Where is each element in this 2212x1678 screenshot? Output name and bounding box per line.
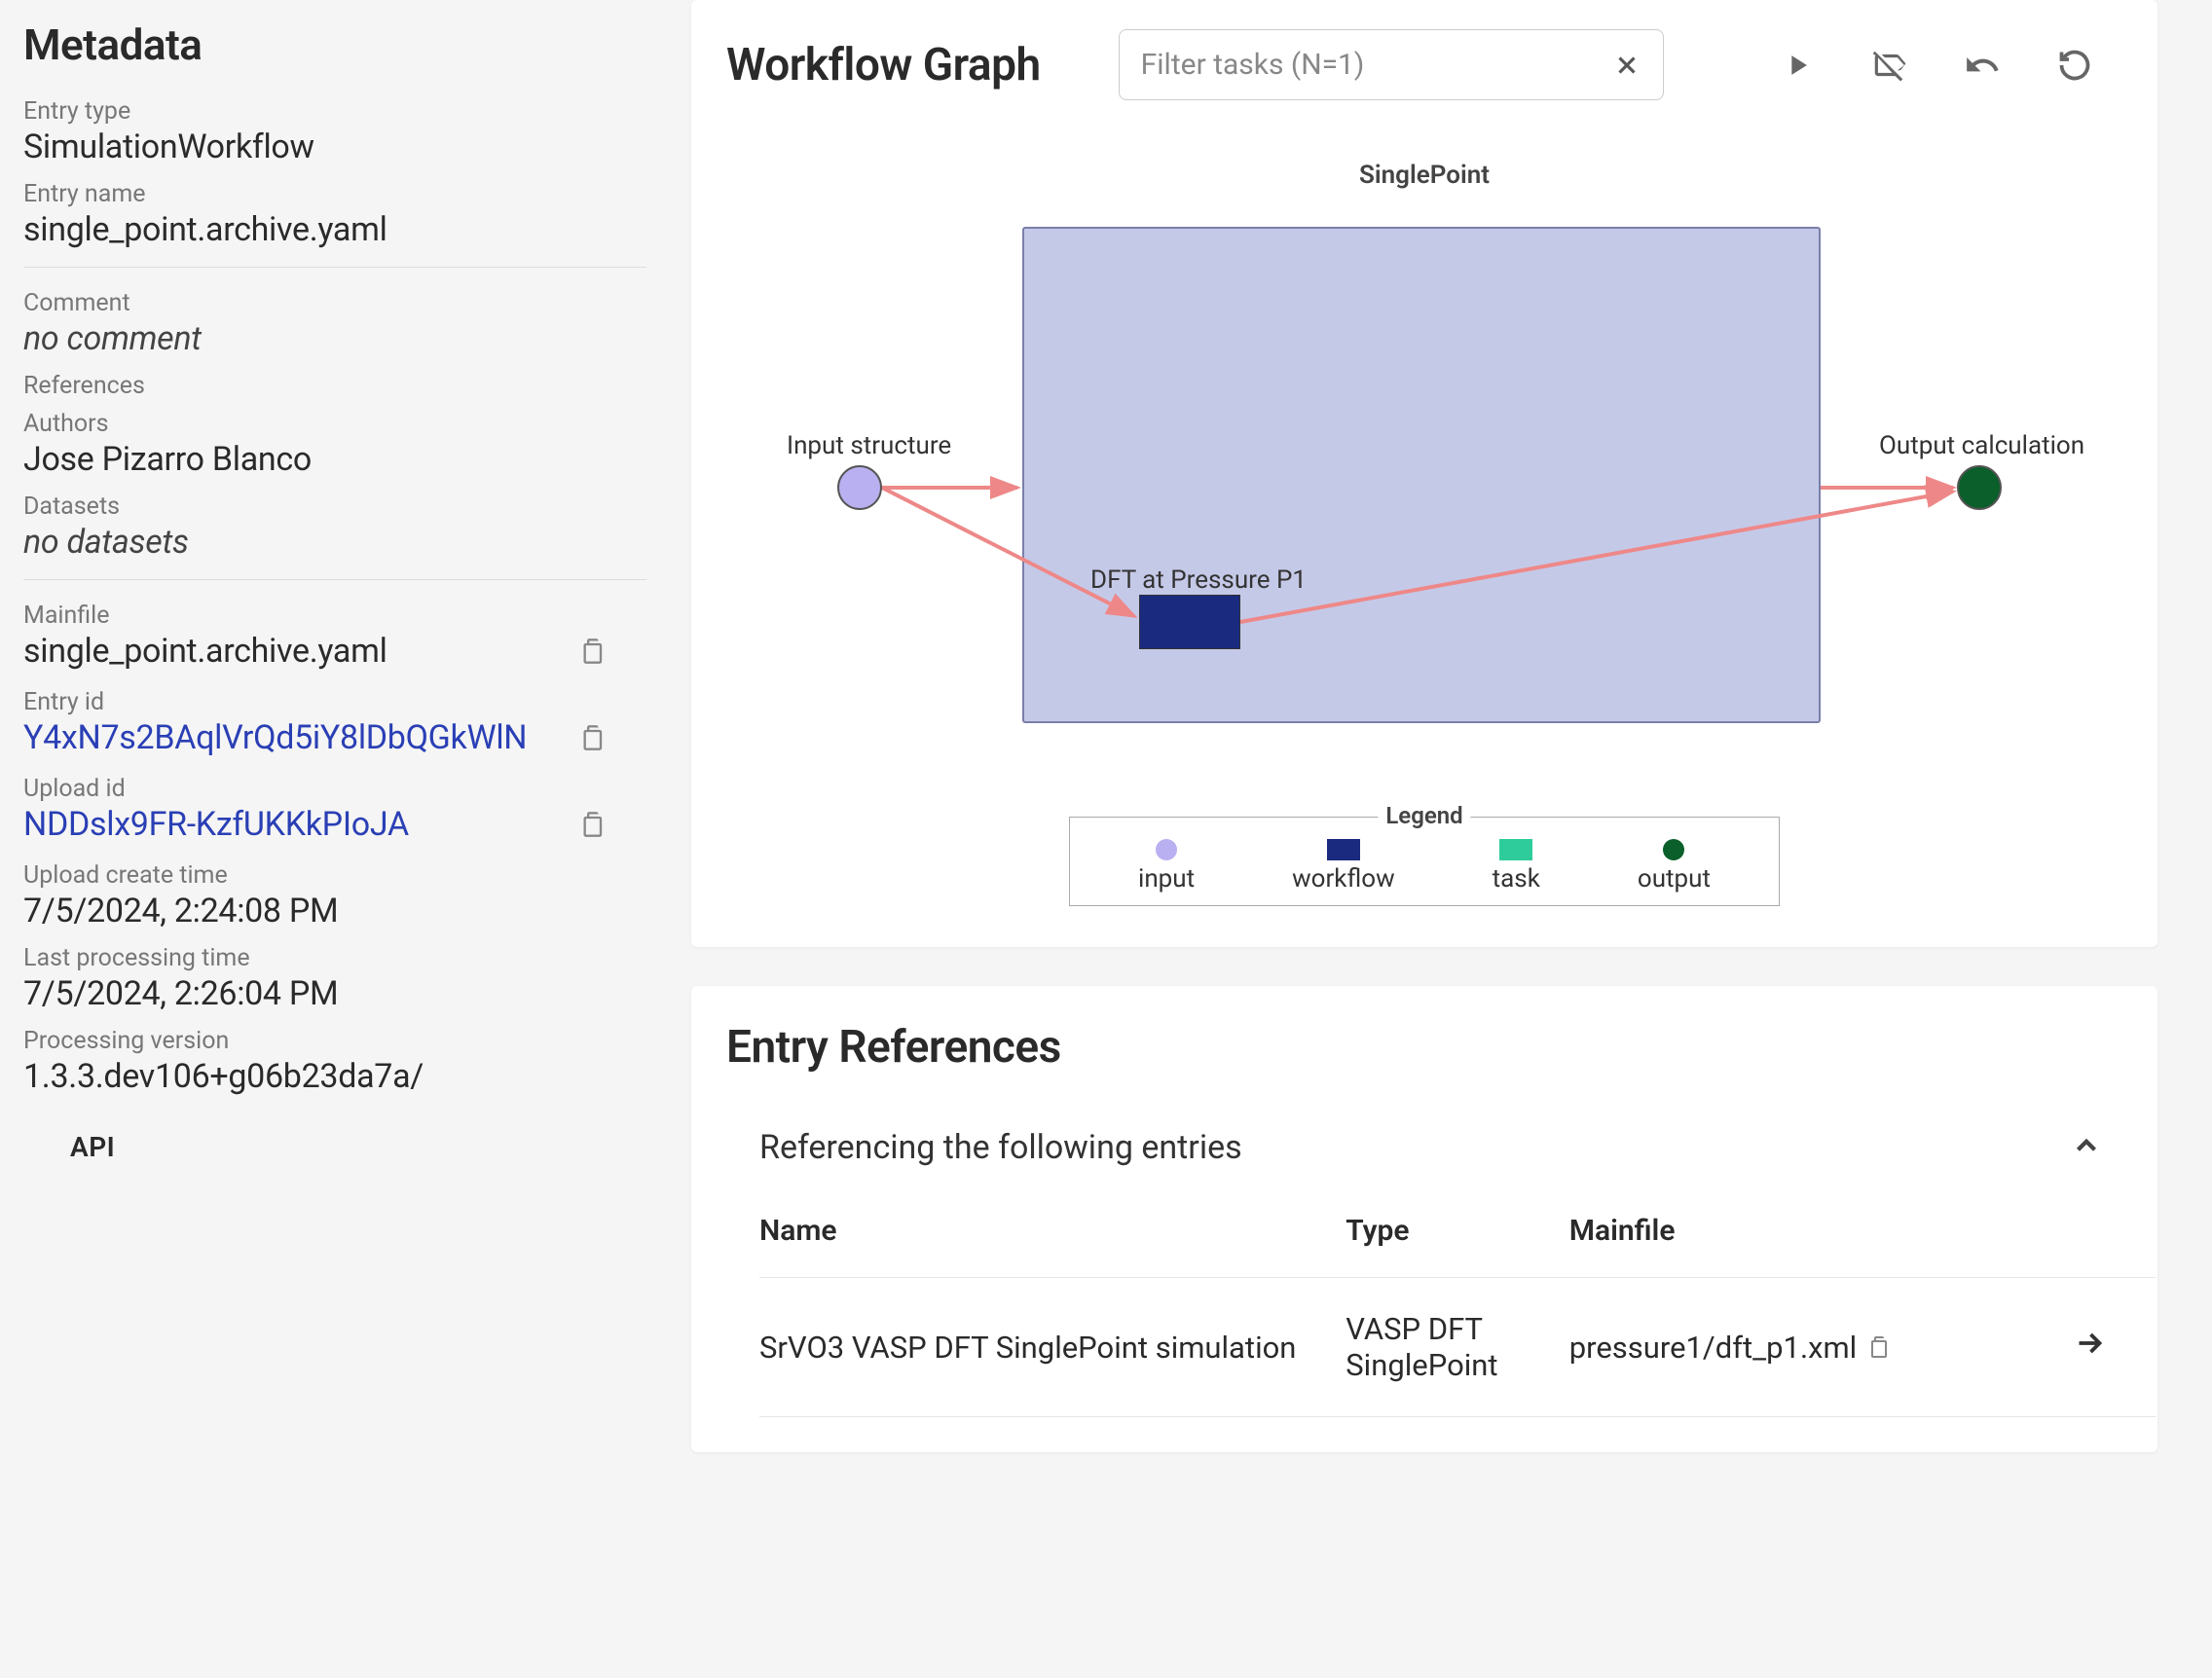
divider [23, 267, 646, 268]
authors-value: Jose Pizarro Blanco [23, 440, 668, 479]
workflow-graph-title: Workflow Graph [726, 39, 1041, 91]
entry-id-label: Entry id [23, 688, 668, 716]
input-node-label: Input structure [787, 431, 951, 460]
divider [23, 579, 646, 580]
metadata-heading: Metadata [23, 19, 668, 70]
play-icon[interactable] [1781, 47, 1814, 84]
ref-name: SrVO3 VASP DFT SinglePoint simulation [759, 1278, 1346, 1417]
ref-type: VASP DFT SinglePoint [1346, 1278, 1568, 1417]
entry-name-label: Entry name [23, 180, 668, 208]
chevron-up-icon [2070, 1129, 2103, 1166]
legend-input-label: input [1138, 864, 1195, 894]
referencing-subheader: Referencing the following entries [759, 1128, 1242, 1167]
legend-title: Legend [1378, 802, 1470, 829]
mainfile-value: single_point.archive.yaml [23, 632, 387, 671]
metadata-sidebar: Metadata Entry type SimulationWorkflow E… [0, 0, 691, 1678]
input-node[interactable] [837, 465, 882, 510]
processing-version-label: Processing version [23, 1027, 668, 1055]
upload-create-label: Upload create time [23, 861, 668, 890]
datasets-label: Datasets [23, 492, 668, 521]
filter-placeholder: Filter tasks (N=1) [1141, 48, 1365, 82]
legend-workflow-icon [1327, 839, 1360, 860]
label-off-icon[interactable] [1870, 47, 1907, 84]
comment-value: no comment [23, 319, 668, 358]
ref-mainfile: pressure1/dft_p1.xml [1569, 1330, 1858, 1366]
legend-output-label: output [1638, 864, 1711, 894]
legend-task-label: task [1493, 864, 1540, 894]
upload-id-value[interactable]: NDDslx9FR-KzfUKKkPIoJA [23, 805, 409, 844]
table-row[interactable]: SrVO3 VASP DFT SinglePoint simulation VA… [759, 1278, 2156, 1417]
col-mainfile: Mainfile [1569, 1194, 2045, 1278]
api-button[interactable]: API [70, 1131, 668, 1163]
datasets-value: no datasets [23, 523, 668, 562]
clipboard-icon[interactable] [1868, 1333, 1892, 1361]
output-node-label: Output calculation [1879, 431, 2084, 460]
graph-workflow-label: SinglePoint [691, 139, 2157, 190]
mainfile-label: Mainfile [23, 602, 668, 630]
last-processing-value: 7/5/2024, 2:26:04 PM [23, 974, 668, 1013]
entry-id-value[interactable]: Y4xN7s2BAqlVrQd5iY8lDbQGkWlN [23, 718, 527, 757]
legend-output-icon [1663, 839, 1684, 860]
col-type: Type [1346, 1194, 1568, 1278]
output-node[interactable] [1957, 465, 2002, 510]
reset-icon[interactable] [2057, 47, 2092, 84]
filter-tasks-input[interactable]: Filter tasks (N=1) [1119, 29, 1664, 100]
authors-label: Authors [23, 410, 668, 438]
legend-input: input [1138, 839, 1195, 894]
graph-legend: Legend input workflow task output [1069, 817, 1780, 906]
clipboard-icon[interactable] [580, 636, 608, 667]
clipboard-icon[interactable] [580, 809, 608, 840]
workflow-graph-card: Workflow Graph Filter tasks (N=1) [691, 0, 2157, 947]
legend-workflow: workflow [1292, 839, 1395, 894]
references-table: Name Type Mainfile SrVO3 VASP DFT Single… [759, 1194, 2156, 1417]
clipboard-icon[interactable] [580, 722, 608, 753]
legend-task: task [1493, 839, 1540, 894]
entry-name-value: single_point.archive.yaml [23, 210, 668, 249]
legend-workflow-label: workflow [1292, 864, 1395, 894]
arrow-right-icon[interactable] [2072, 1332, 2107, 1368]
processing-version-value: 1.3.3.dev106+g06b23da7a/ [23, 1057, 668, 1096]
legend-task-icon [1499, 839, 1532, 860]
entry-references-card: Entry References Referencing the followi… [691, 986, 2157, 1452]
legend-output: output [1638, 839, 1711, 894]
entry-type-label: Entry type [23, 97, 668, 126]
comment-label: Comment [23, 289, 668, 317]
entry-type-value: SimulationWorkflow [23, 128, 668, 166]
upload-id-label: Upload id [23, 775, 668, 803]
task-node[interactable] [1139, 595, 1240, 649]
col-name: Name [759, 1194, 1346, 1278]
undo-icon[interactable] [1964, 47, 2001, 84]
task-node-label: DFT at Pressure P1 [1090, 565, 1307, 595]
referencing-entries-toggle[interactable]: Referencing the following entries [726, 1120, 2122, 1194]
last-processing-label: Last processing time [23, 944, 668, 972]
upload-create-value: 7/5/2024, 2:24:08 PM [23, 892, 668, 930]
legend-input-icon [1156, 839, 1177, 860]
ref-mainfile-cell: pressure1/dft_p1.xml [1569, 1278, 2045, 1417]
workflow-graph-canvas[interactable]: SinglePoint Input structure DFT at Press… [691, 139, 2157, 918]
main-content: Workflow Graph Filter tasks (N=1) [691, 0, 2212, 1678]
entry-references-title: Entry References [726, 1021, 2122, 1074]
references-label: References [23, 372, 668, 400]
close-icon[interactable] [1612, 51, 1641, 80]
